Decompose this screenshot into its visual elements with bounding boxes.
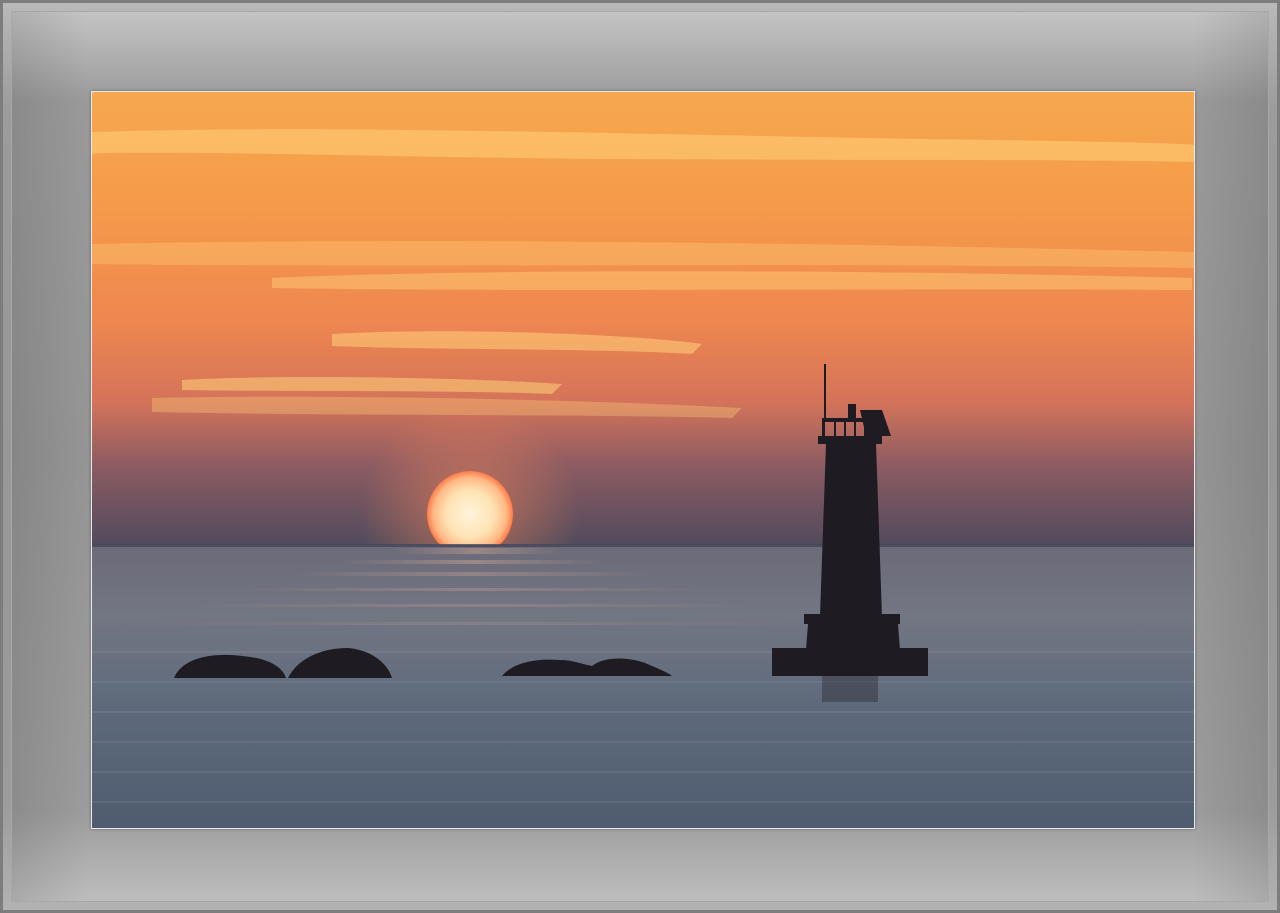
lighthouse-reflection (822, 676, 878, 702)
sea (92, 545, 1194, 828)
horizon-line (92, 544, 1194, 547)
sky (92, 92, 1194, 548)
photo-frame (0, 0, 1280, 913)
sunset-scene (92, 92, 1194, 828)
photo (91, 91, 1195, 829)
